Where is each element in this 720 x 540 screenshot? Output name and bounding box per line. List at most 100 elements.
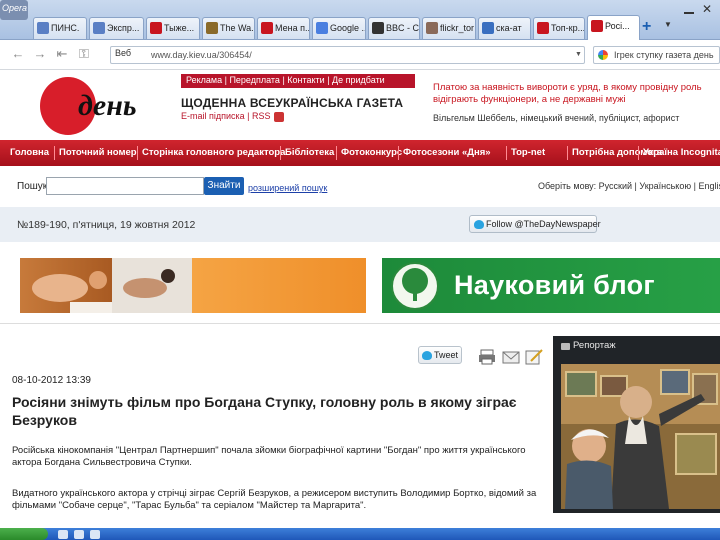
browser-tab[interactable]: ПИНС.: [33, 17, 87, 39]
search-button[interactable]: Знайти: [204, 177, 244, 195]
search-row: Пошук Знайти розширений пошук Оберіть мо…: [0, 172, 720, 202]
quote-author: Вільгельм Шеббель, німецький вчений, пуб…: [433, 113, 680, 123]
search-input[interactable]: [46, 177, 204, 195]
science-blog-title: Науковий блог: [454, 270, 655, 300]
tab-favicon-icon: [591, 20, 603, 32]
tab-title: ПИНС.: [51, 23, 80, 33]
browser-tab-bar: Opera ПИНС. Экспр... Тыже... The Wa... Мена …: [0, 0, 720, 40]
tab-favicon-icon: [150, 22, 162, 34]
email-icon[interactable]: [502, 349, 520, 365]
issue-bar: №189-190, п'ятниця, 19 жовтня 2012 Follo…: [0, 207, 720, 242]
tab-list-icon[interactable]: ▼: [664, 20, 674, 30]
nav-separator: [54, 146, 55, 160]
report-photo[interactable]: [561, 364, 720, 509]
nav-separator: [398, 146, 399, 160]
tab-title: Google ...: [330, 23, 366, 33]
tab-favicon-icon: [316, 22, 328, 34]
new-tab-button[interactable]: +: [642, 19, 658, 35]
article-headline[interactable]: Росіяни знімуть фільм про Богдана Ступку…: [12, 393, 544, 429]
print-icon[interactable]: [478, 349, 496, 365]
back-icon[interactable]: ←: [10, 46, 26, 62]
tagline: ЩОДЕННА ВСЕУКРАЇНСЬКА ГАЗЕТА: [181, 96, 404, 110]
twitter-follow-button[interactable]: Follow @TheDayNewspaper: [469, 215, 601, 233]
comment-icon[interactable]: [525, 349, 543, 365]
taskbar-app-icon[interactable]: [90, 530, 100, 539]
advanced-search-link[interactable]: розширений пошук: [248, 183, 327, 193]
tab-title: ска-ат: [496, 23, 522, 33]
tweet-button[interactable]: Tweet: [418, 346, 462, 364]
quote-text: Платою за наявність вивороти є уряд, в я…: [433, 82, 702, 105]
tab-title: BBC - C: [386, 23, 420, 33]
article-date: 08-10-2012 13:39: [12, 375, 91, 386]
tab-title: Мена п...: [275, 23, 310, 33]
science-blog-banner[interactable]: Науковий блог: [382, 258, 720, 313]
google-search-field[interactable]: Ігрек ступку газета день: [593, 46, 720, 64]
photo-banner[interactable]: [20, 258, 366, 313]
nav-item[interactable]: Сторінка головного редактора: [142, 147, 285, 158]
tab-title: Топ-кр...: [551, 23, 585, 33]
tab-favicon-icon: [482, 22, 494, 34]
tab-favicon-icon: [372, 22, 384, 34]
camera-icon: [561, 343, 570, 350]
report-title: Репортаж: [573, 340, 616, 351]
forward-icon[interactable]: →: [32, 46, 48, 62]
key-icon[interactable]: ⚿: [76, 46, 92, 62]
taskbar-app-icon[interactable]: [58, 530, 68, 539]
twitter-bird-icon: [474, 220, 484, 229]
tab-favicon-icon: [37, 22, 49, 34]
browser-tab[interactable]: The Wa...: [202, 17, 255, 39]
main-navigation: Головна Поточний номер Сторінка головного …: [0, 140, 720, 166]
den-logo[interactable]: день: [38, 75, 153, 137]
logo-text: день: [78, 89, 137, 122]
nav-separator: [336, 146, 337, 160]
browser-tab[interactable]: Google ...: [312, 17, 366, 39]
tab-favicon-icon: [426, 22, 438, 34]
close-window-button[interactable]: ✕: [700, 2, 714, 16]
nav-item[interactable]: Головна: [10, 147, 49, 158]
nav-separator: [567, 146, 568, 160]
browser-tab[interactable]: Топ-кр...: [533, 17, 585, 39]
tree-emblem-icon: [391, 262, 439, 310]
tab-favicon-icon: [261, 22, 273, 34]
rss-icon[interactable]: [273, 111, 284, 122]
report-panel[interactable]: Репортаж: [553, 336, 720, 513]
rewind-icon[interactable]: ⇤: [54, 46, 70, 62]
minimize-button[interactable]: [684, 4, 694, 14]
start-button[interactable]: [0, 528, 48, 540]
browser-tab[interactable]: Росі...: [587, 15, 640, 40]
browser-tab[interactable]: Тыже...: [146, 17, 200, 39]
subscription-links[interactable]: Е-mail підписка | RSS: [181, 111, 284, 122]
nav-item[interactable]: Top-net: [511, 147, 545, 158]
browser-tab[interactable]: Мена п...: [257, 17, 310, 39]
tab-title: Росі...: [605, 21, 630, 31]
browser-tab[interactable]: Экспр...: [89, 17, 144, 39]
address-toolbar: ← → ⇤ ⚿ Веб www.day.kiev.ua/306454/ ▼ Іг…: [0, 40, 720, 70]
nav-item[interactable]: Поточний номер: [59, 147, 137, 158]
top-links-bar[interactable]: Реклама | Передплата | Контакти | Де при…: [181, 74, 415, 88]
taskbar-app-icon[interactable]: [74, 530, 84, 539]
nav-item[interactable]: Фотосезони «Дня»: [403, 147, 491, 158]
tab-favicon-icon: [537, 22, 549, 34]
language-selector[interactable]: Оберіть мову: Русский | Українською | En…: [538, 181, 720, 191]
browser-tab[interactable]: flickr_tor: [422, 17, 476, 39]
address-field[interactable]: Веб www.day.kiev.ua/306454/: [110, 46, 585, 64]
nav-item[interactable]: Бібліотека: [285, 147, 334, 158]
opera-menu-button[interactable]: Opera: [0, 0, 28, 20]
nav-separator: [638, 146, 639, 160]
tab-title: Экспр...: [107, 23, 140, 33]
browser-tab[interactable]: BBC - C: [368, 17, 420, 39]
browser-tab[interactable]: ска-ат: [478, 17, 531, 39]
subscription-text[interactable]: Е-mail підписка | RSS: [181, 111, 271, 121]
nav-separator: [506, 146, 507, 160]
tab-favicon-icon: [93, 22, 105, 34]
os-taskbar: [0, 528, 720, 540]
nav-item[interactable]: Україна Incognita: [643, 147, 720, 158]
address-dropdown-icon[interactable]: ▼: [575, 51, 582, 58]
nav-separator: [137, 146, 138, 160]
nav-item[interactable]: Фотоконкурс: [341, 147, 402, 158]
google-search-text: Ігрек ступку газета день: [614, 50, 714, 60]
divider: [0, 323, 720, 324]
search-label: Пошук: [17, 181, 48, 192]
article-paragraph: Видатного українського актора у стрічці …: [12, 488, 537, 511]
tweet-label: Tweet: [434, 350, 459, 360]
